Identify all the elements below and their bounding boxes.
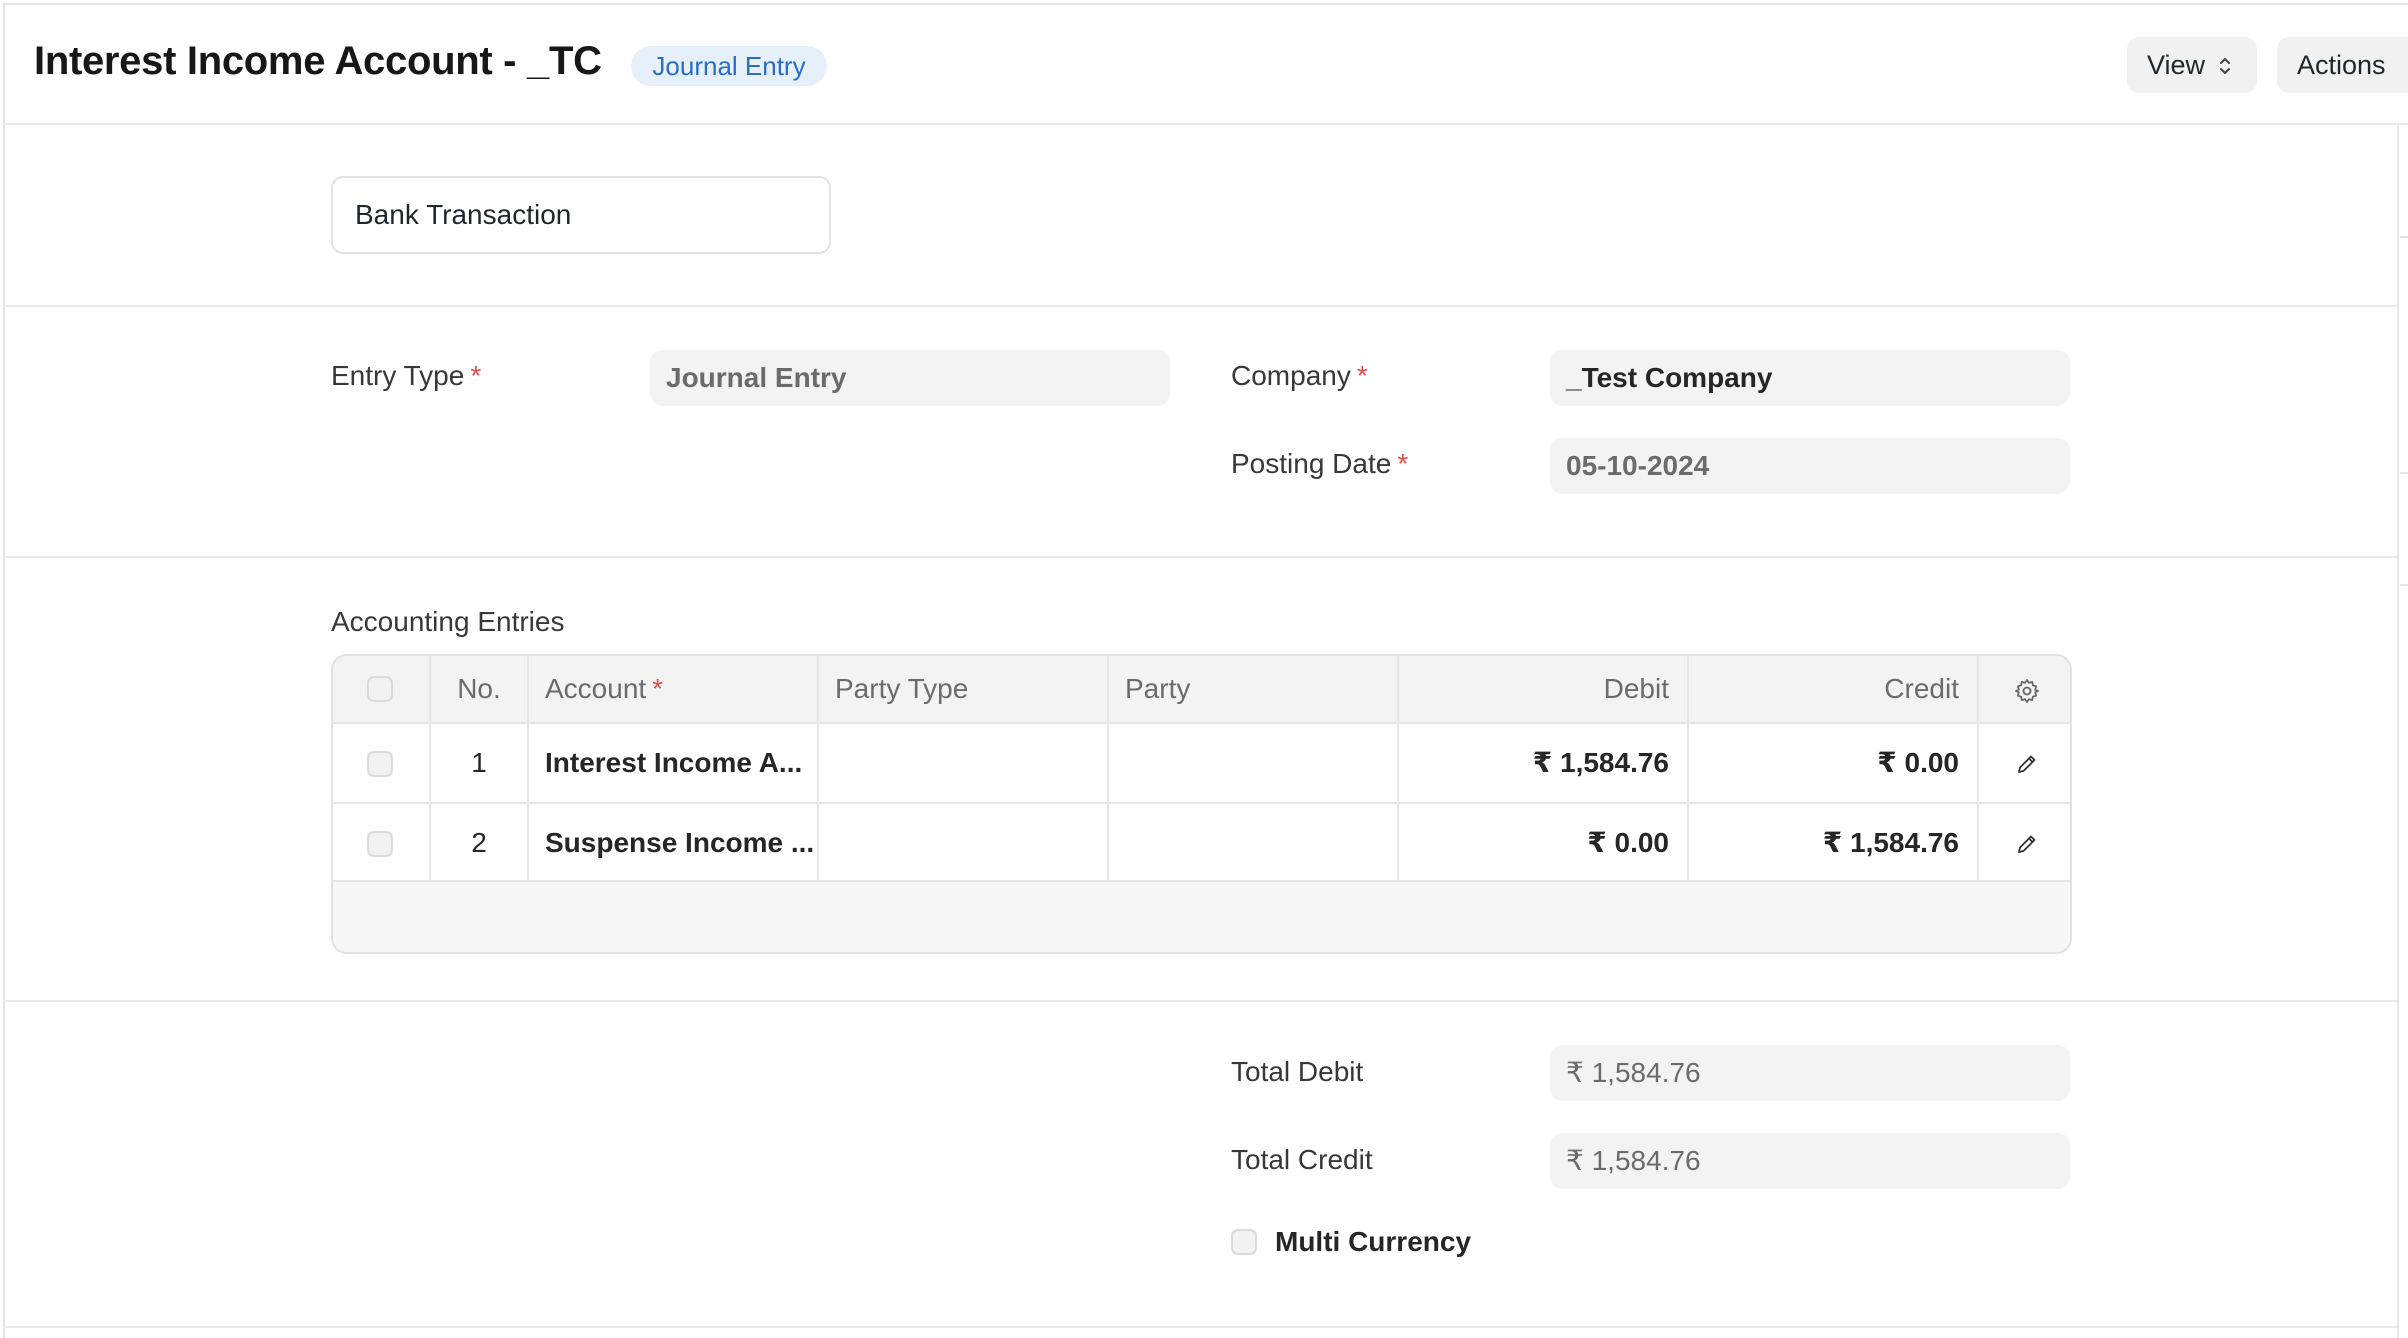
- total-debit-label: Total Debit: [1231, 1056, 1364, 1087]
- table-row[interactable]: 2 Suspense Income ... ₹ 0.00 ₹ 1,584.76: [333, 802, 2070, 882]
- actions-button[interactable]: Actions: [2277, 37, 2408, 93]
- required-marker: *: [1356, 360, 1368, 391]
- title-field[interactable]: Bank Transaction: [331, 176, 831, 254]
- account-cell[interactable]: Suspense Income ...: [529, 804, 817, 880]
- total-debit-field: ₹ 1,584.76: [1550, 1045, 2070, 1101]
- multi-currency-label: Multi Currency: [1275, 1226, 1472, 1257]
- sidebar-edge-divider: [2400, 236, 2408, 238]
- column-header-debit: Debit: [1603, 673, 1669, 704]
- actions-button-label: Actions: [2297, 50, 2386, 80]
- party-type-cell[interactable]: [819, 804, 1107, 880]
- total-credit-field: ₹ 1,584.76: [1550, 1133, 2070, 1189]
- credit-cell[interactable]: ₹ 0.00: [1689, 724, 1977, 802]
- multi-currency-checkbox[interactable]: [1231, 1229, 1257, 1255]
- section-divider: [3, 556, 2397, 558]
- column-divider: [1977, 656, 1979, 722]
- party-cell[interactable]: [1109, 804, 1397, 880]
- column-divider: [1977, 724, 1979, 802]
- entry-type-select[interactable]: Journal Entry: [650, 350, 1170, 406]
- doctype-badge: Journal Entry: [631, 46, 827, 86]
- table-row[interactable]: 1 Interest Income A... ₹ 1,584.76 ₹ 0.00: [333, 722, 2070, 802]
- total-credit-label: Total Credit: [1231, 1144, 1373, 1175]
- party-type-cell[interactable]: [819, 724, 1107, 802]
- section-divider: [3, 305, 2397, 307]
- debit-cell[interactable]: ₹ 1,584.76: [1399, 724, 1687, 802]
- page-title: Interest Income Account - _TC: [34, 39, 602, 83]
- sidebar-edge-divider: [2400, 584, 2408, 586]
- section-divider: [3, 1326, 2397, 1328]
- pencil-icon[interactable]: [2015, 832, 2039, 856]
- view-button-label: View: [2147, 50, 2206, 80]
- row-number: 1: [471, 747, 487, 778]
- required-marker: *: [1397, 448, 1409, 479]
- table-header: No. Account * Party Type Party Debit Cred…: [333, 656, 2070, 722]
- accounting-entries-table: No. Account * Party Type Party Debit Cred…: [331, 654, 2072, 954]
- column-header-no: No.: [457, 673, 501, 704]
- debit-cell[interactable]: ₹ 0.00: [1399, 804, 1687, 880]
- row-checkbox[interactable]: [367, 751, 393, 777]
- accounting-entries-label: Accounting Entries: [331, 606, 565, 637]
- gear-icon[interactable]: [2013, 677, 2041, 705]
- credit-cell[interactable]: ₹ 1,584.76: [1689, 804, 1977, 880]
- section-divider: [3, 1000, 2397, 1002]
- select-all-checkbox[interactable]: [367, 676, 393, 702]
- posting-date-label-text: Posting Date: [1231, 448, 1392, 479]
- column-header-credit: Credit: [1884, 673, 1959, 704]
- view-button[interactable]: View: [2127, 37, 2257, 93]
- column-header-account: Account *: [529, 656, 817, 722]
- company-field[interactable]: _Test Company: [1550, 350, 2070, 406]
- pencil-icon[interactable]: [2015, 752, 2039, 776]
- entry-type-label: Entry Type *: [331, 360, 481, 392]
- sidebar-edge-divider: [2400, 472, 2408, 474]
- account-cell[interactable]: Interest Income A...: [529, 724, 817, 802]
- page-header: Interest Income Account - _TC Journal En…: [3, 3, 2408, 125]
- row-checkbox[interactable]: [367, 831, 393, 857]
- journal-entry-form-page: Interest Income Account - _TC Journal En…: [0, 0, 2408, 1338]
- column-divider: [1977, 804, 1979, 880]
- required-marker: *: [470, 360, 482, 391]
- company-label-text: Company: [1231, 360, 1351, 391]
- row-number: 2: [471, 827, 487, 858]
- party-cell[interactable]: [1109, 724, 1397, 802]
- column-header-party-type: Party Type: [835, 673, 969, 704]
- posting-date-field[interactable]: 05-10-2024: [1550, 438, 2070, 494]
- column-header-party: Party: [1125, 673, 1191, 704]
- posting-date-label: Posting Date *: [1231, 448, 1408, 480]
- required-marker: *: [652, 673, 664, 704]
- company-label: Company *: [1231, 360, 1368, 392]
- chevron-up-down-icon: [2220, 58, 2230, 74]
- right-sidebar-edge: [2397, 125, 2408, 1338]
- column-header-account-text: Account: [545, 673, 647, 704]
- entry-type-label-text: Entry Type: [331, 360, 465, 391]
